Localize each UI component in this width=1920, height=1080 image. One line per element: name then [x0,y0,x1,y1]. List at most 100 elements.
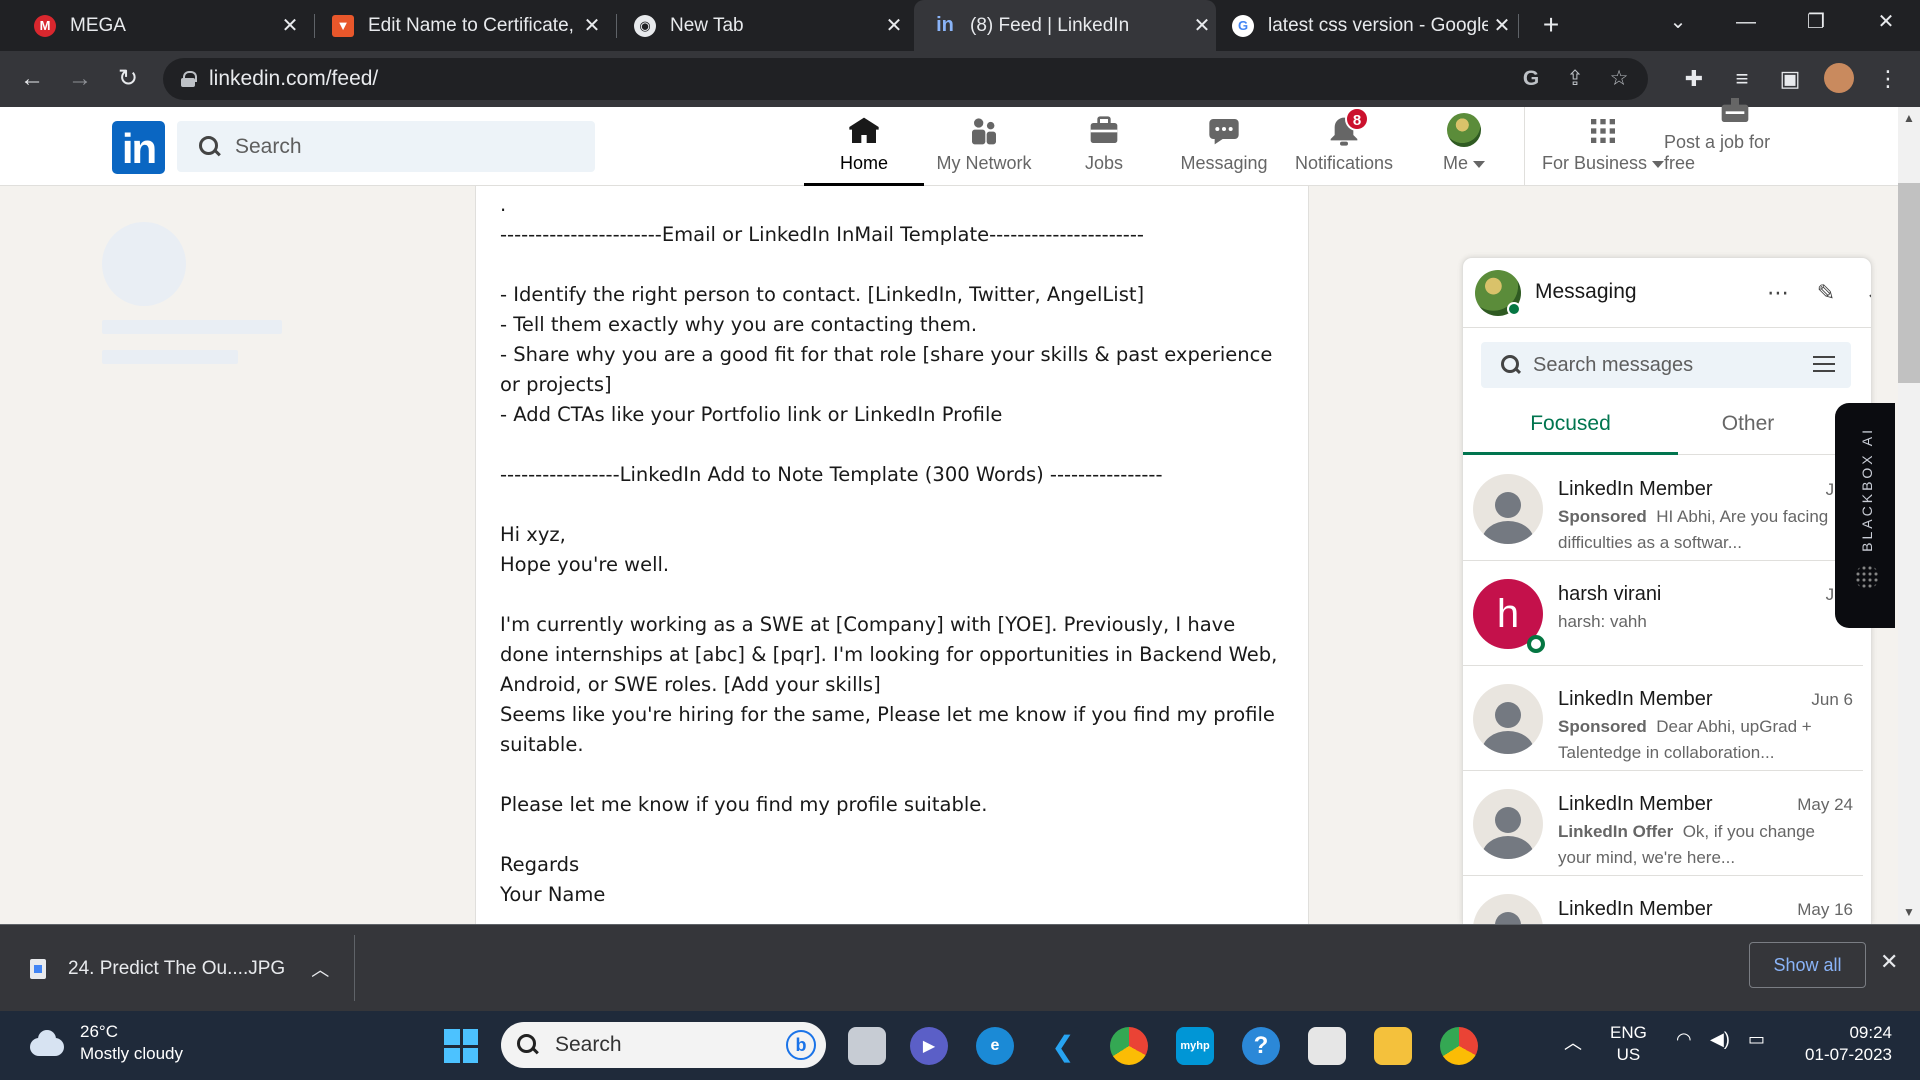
google-lens-icon[interactable]: G [1518,66,1544,92]
myhp-icon[interactable]: myhp [1176,1027,1214,1065]
bing-icon[interactable]: b [786,1030,816,1060]
chrome-profile-icon[interactable] [1440,1027,1478,1065]
network-icon [967,115,1001,147]
new-tab-button[interactable]: + [1534,8,1568,42]
tab-search-icon[interactable]: ⌄ [1654,0,1702,44]
chevron-up-icon[interactable]: ︿ [1564,1029,1582,1055]
nav-jobs[interactable]: Jobs [1044,107,1164,186]
chevron-down-icon [1473,160,1485,168]
close-icon[interactable]: ✕ [578,13,606,38]
blackbox-logo-icon [1855,565,1879,589]
nav-label: Messaging [1180,153,1268,173]
profile-card-skeleton [84,186,314,366]
tab-title: New Tab [670,14,744,36]
nav-divider [1524,107,1525,186]
restore-icon[interactable]: ❐ [1792,0,1840,44]
chrome-icon: ◉ [634,14,656,37]
teams-chat-icon[interactable]: ▶ [910,1027,948,1065]
nav-my-network[interactable]: My Network [924,107,1044,186]
nav-label: Me [1443,153,1485,174]
window-close-icon[interactable]: ✕ [1862,0,1910,44]
help-icon[interactable]: ? [1242,1027,1280,1065]
volume-icon[interactable]: ◀) [1710,1029,1730,1050]
nav-post-job[interactable]: Post a job for free [1664,98,1806,186]
search-input[interactable] [235,134,575,159]
search-icon [517,1034,539,1056]
reload-icon[interactable]: ↻ [110,61,146,97]
nav-notifications[interactable]: 8 Notifications [1284,107,1404,186]
blackbox-ai-tab[interactable]: BLACKBOX AI [1835,403,1895,628]
address-bar[interactable]: linkedin.com/feed/ G ⇪ ☆ [163,58,1648,100]
show-all-button[interactable]: Show all [1749,942,1866,988]
minimize-icon[interactable]: — [1722,0,1770,44]
close-icon[interactable]: ✕ [276,13,304,38]
messaging-header[interactable]: Messaging ⋯ ✎ ⌄ [1463,258,1871,328]
conversation-item[interactable]: LinkedIn Member May 16 [1463,876,1863,924]
chevron-up-icon[interactable]: ︿ [311,956,329,982]
scroll-down-icon[interactable]: ▼ [1903,905,1915,919]
vscode-icon[interactable]: ❮ [1044,1027,1082,1065]
bookmark-star-icon[interactable]: ☆ [1606,66,1632,92]
conversation-name: harsh virani [1558,583,1662,605]
close-icon[interactable]: ✕ [1188,13,1216,38]
conversation-item[interactable]: LinkedIn Member Jun 6 Sponsored Dear Abh… [1463,666,1863,771]
nav-label: Home [839,153,888,173]
more-options-icon[interactable]: ⋯ [1763,278,1793,308]
profile-avatar[interactable] [1824,63,1854,93]
tab-other[interactable]: Other [1678,398,1818,455]
wifi-icon[interactable]: ◠ [1676,1029,1692,1050]
menu-kebab-icon[interactable]: ⋮ [1874,65,1902,93]
edge-icon[interactable]: e [976,1027,1014,1065]
tab-focused[interactable]: Focused [1463,398,1678,455]
store-icon[interactable] [1308,1027,1346,1065]
page-scrollbar[interactable]: ▲ ▼ [1898,107,1920,924]
tab-linkedin-feed[interactable]: in (8) Feed | LinkedIn ✕ [914,0,1216,51]
mega-icon: M [34,14,56,37]
tab-edit-certificate[interactable]: ▼ Edit Name to Certificate, e ✕ [316,0,606,51]
scrollbar-thumb[interactable] [1898,183,1920,383]
weather-widget[interactable]: 26°C Mostly cloudy [26,1021,183,1065]
messages-search-input[interactable]: Search messages [1481,342,1851,388]
compose-icon[interactable]: ✎ [1811,278,1841,308]
chrome-icon[interactable] [1110,1027,1148,1065]
extensions-icon[interactable]: ✚ [1680,65,1708,93]
back-icon[interactable]: ← [14,61,50,97]
side-panel-icon[interactable]: ▣ [1776,65,1804,93]
task-view-icon[interactable] [848,1027,886,1065]
conversation-item[interactable]: LinkedIn Member Jun Sponsored HI Abhi, A… [1463,456,1863,561]
file-explorer-icon[interactable] [1374,1027,1412,1065]
tab-new-tab[interactable]: ◉ New Tab ✕ [618,0,908,51]
avatar [1473,789,1543,859]
feed-post: . -----------------------Email or Linked… [475,186,1309,924]
close-icon[interactable]: ✕ [880,13,908,38]
nav-for-business[interactable]: For Business [1538,107,1668,186]
search-icon [199,135,221,158]
media-controls-icon[interactable]: ≡ [1728,65,1756,93]
global-search[interactable] [177,121,595,172]
close-icon[interactable]: ✕ [1880,949,1898,975]
forward-icon[interactable]: → [62,61,98,97]
conversation-item[interactable]: LinkedIn Member May 24 LinkedIn Offer Ok… [1463,771,1863,876]
messaging-title: Messaging [1535,280,1637,303]
tab-mega[interactable]: M MEGA ✕ [14,0,304,51]
skeleton-line [102,350,238,364]
nav-me[interactable]: Me [1404,107,1524,186]
taskbar-search[interactable]: Search b [501,1022,826,1068]
chevron-down-icon[interactable]: ⌄ [1859,278,1871,308]
system-clock[interactable]: 09:24 01-07-2023 [1796,1022,1892,1066]
start-button[interactable] [444,1029,478,1063]
filter-icon[interactable] [1813,356,1835,374]
battery-icon[interactable]: ▭ [1748,1029,1765,1050]
close-icon[interactable]: ✕ [1488,13,1516,38]
scroll-up-icon[interactable]: ▲ [1903,111,1915,125]
linkedin-logo[interactable]: in [112,121,165,174]
tab-google-search[interactable]: G latest css version - Google ✕ [1220,0,1516,51]
nav-home[interactable]: Home [804,107,924,186]
conversation-item[interactable]: h harsh virani Jun harsh: vahh [1463,561,1863,666]
nav-messaging[interactable]: Messaging [1164,107,1284,186]
download-item[interactable]: 24. Predict The Ou....JPG ︿ [30,947,329,991]
share-icon[interactable]: ⇪ [1562,66,1588,92]
linkedin-icon: in [936,14,954,36]
tab-title: MEGA [70,14,126,36]
input-language[interactable]: ENG US [1610,1022,1647,1066]
